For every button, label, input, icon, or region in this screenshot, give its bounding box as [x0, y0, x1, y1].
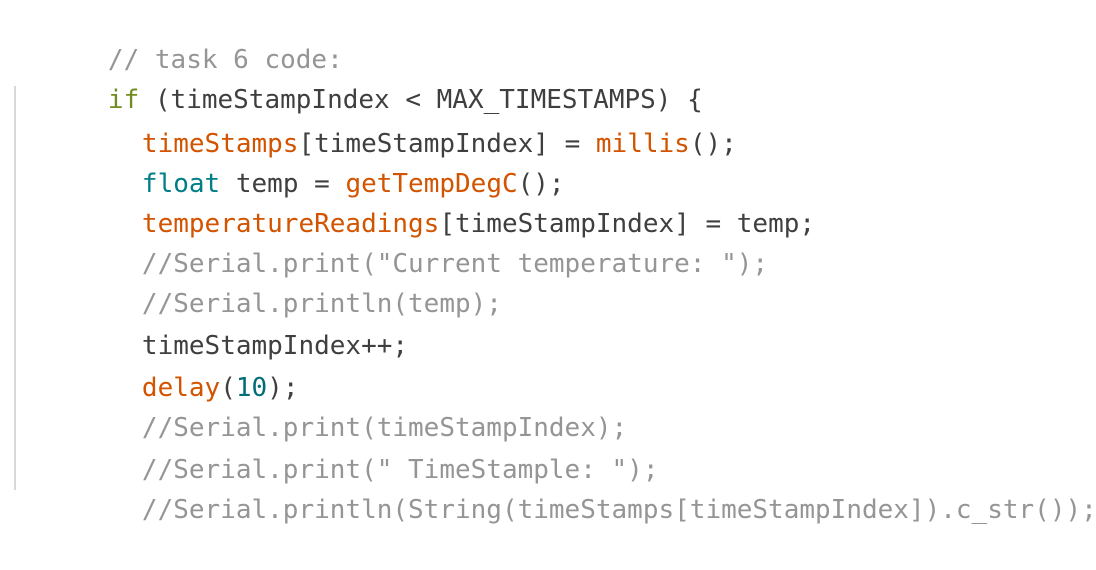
- millis-call-end: ();: [689, 129, 737, 159]
- code-line-1: // task 6 code:: [14, 0, 343, 75]
- code-line-8: timeStampIndex++;: [48, 286, 408, 361]
- code-line-2: if (timeStampIndex < MAX_TIMESTAMPS) {: [14, 40, 703, 115]
- code-line-7: //Serial.println(temp);: [48, 244, 502, 319]
- millis-function: millis: [595, 129, 690, 159]
- code-line-3: timeStamps[timeStampIndex] = millis();: [48, 84, 737, 159]
- code-line-9: delay(10);: [48, 328, 299, 403]
- code-line-5: temperatureReadings[timeStampIndex] = te…: [48, 164, 815, 239]
- code-line-6: //Serial.print("Current temperature: ");: [48, 204, 768, 279]
- code-line-12: //Serial.println(String(timeStamps[timeS…: [48, 450, 1096, 525]
- code-line-10: //Serial.print(timeStampIndex);: [48, 368, 627, 443]
- code-line-11: //Serial.print(" TimeStample: ");: [48, 410, 659, 485]
- code-editor[interactable]: // task 6 code: if (timeStampIndex < MAX…: [0, 0, 1096, 525]
- serial-println-string-comment: //Serial.println(String(timeStamps[timeS…: [141, 495, 1096, 525]
- code-block[interactable]: // task 6 code: if (timeStampIndex < MAX…: [14, 0, 1096, 525]
- code-line-4: float temp = getTempDegC();: [48, 124, 565, 199]
